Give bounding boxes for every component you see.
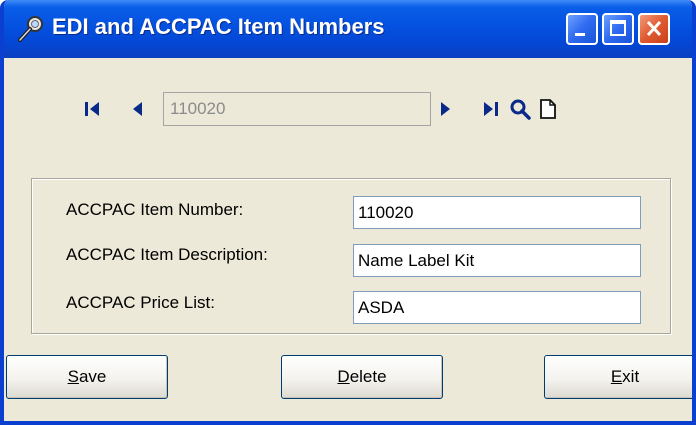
- minimize-icon: [575, 33, 585, 36]
- title-bar[interactable]: EDI and ACCPAC Item Numbers: [4, 0, 692, 58]
- item-description-input[interactable]: Name Label Kit: [353, 244, 641, 277]
- price-list-input[interactable]: ASDA: [353, 291, 641, 324]
- magnifier-key-icon: [18, 16, 43, 42]
- last-record-icon[interactable]: [480, 98, 502, 120]
- search-icon[interactable]: [508, 98, 532, 120]
- delete-accelerator: D: [337, 367, 350, 386]
- exit-button[interactable]: Exit: [544, 355, 692, 399]
- first-record-icon[interactable]: [82, 98, 104, 120]
- minimize-button[interactable]: [566, 13, 598, 45]
- new-record-icon[interactable]: [538, 98, 558, 120]
- item-number-label: ACCPAC Item Number:: [66, 200, 244, 219]
- app-window: EDI and ACCPAC Item Numbers 110020 ACCPA…: [0, 0, 696, 425]
- item-number-input[interactable]: 110020: [353, 196, 641, 229]
- next-record-icon[interactable]: [436, 98, 454, 120]
- price-list-label: ACCPAC Price List:: [66, 293, 215, 312]
- save-accelerator: S: [67, 367, 79, 386]
- exit-label: xit: [622, 367, 640, 386]
- current-record-field[interactable]: 110020: [163, 92, 431, 126]
- maximize-button[interactable]: [602, 13, 634, 45]
- exit-accelerator: E: [610, 367, 623, 386]
- close-button[interactable]: [638, 13, 670, 45]
- save-label: ave: [78, 367, 107, 386]
- save-button[interactable]: Save: [6, 355, 168, 399]
- delete-button[interactable]: Delete: [281, 355, 443, 399]
- close-icon: [646, 20, 662, 37]
- previous-record-icon[interactable]: [128, 98, 146, 120]
- item-description-label: ACCPAC Item Description:: [66, 245, 268, 264]
- maximize-icon: [610, 20, 626, 36]
- delete-label: elete: [349, 367, 387, 386]
- window-title: EDI and ACCPAC Item Numbers: [52, 14, 385, 39]
- record-navigator: 110020: [4, 90, 692, 130]
